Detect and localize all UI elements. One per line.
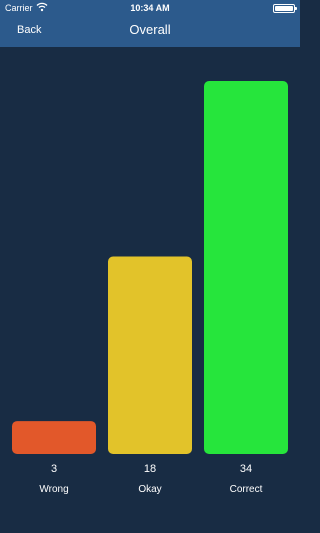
navigation-bar: Back Overall bbox=[0, 16, 300, 47]
bar-correct bbox=[204, 81, 288, 454]
app-screen: Carrier 10:34 AM Back Overall 3 Wrong 18 Ok… bbox=[0, 0, 300, 533]
bar-okay bbox=[108, 256, 192, 454]
category-label-okay: Okay bbox=[138, 484, 161, 495]
page-title: Overall bbox=[129, 22, 171, 37]
bar-wrong bbox=[12, 421, 96, 454]
status-bar: Carrier 10:34 AM bbox=[0, 0, 300, 16]
value-label-correct: 34 bbox=[240, 463, 252, 475]
battery-icon bbox=[273, 4, 297, 13]
value-label-okay: 18 bbox=[144, 463, 156, 475]
results-bar-chart: 3 Wrong 18 Okay 34 Correct bbox=[0, 47, 300, 533]
value-label-wrong: 3 bbox=[51, 463, 57, 475]
chart-canvas: 3 Wrong 18 Okay 34 Correct bbox=[12, 81, 288, 495]
category-label-wrong: Wrong bbox=[39, 484, 68, 495]
status-time: 10:34 AM bbox=[130, 3, 170, 13]
category-label-correct: Correct bbox=[230, 484, 263, 495]
